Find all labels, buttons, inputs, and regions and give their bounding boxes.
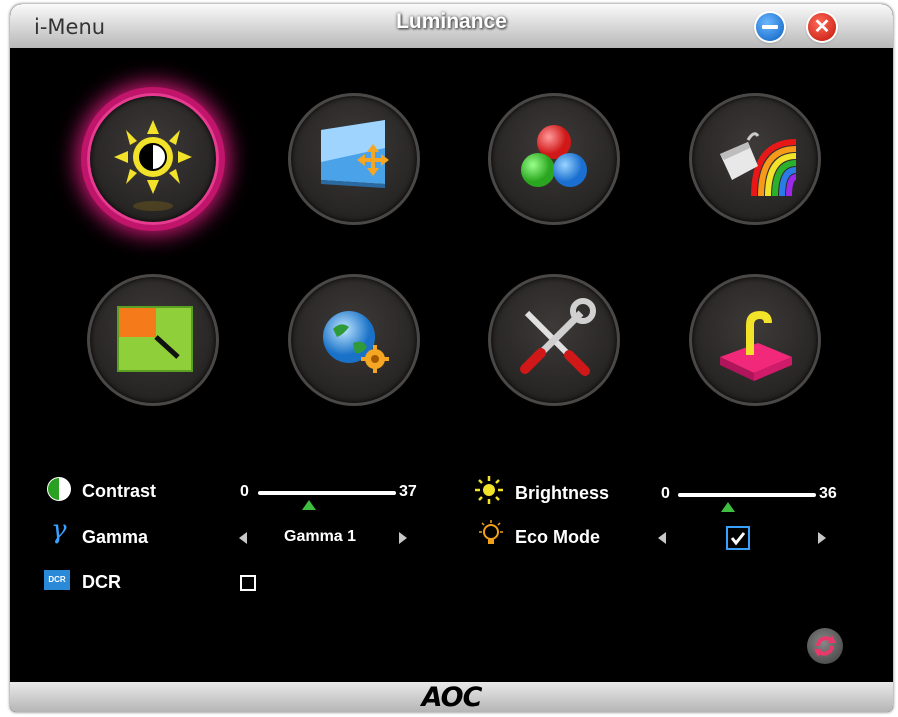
exit-door-icon: [720, 311, 792, 381]
eco-bulb-icon: [479, 520, 503, 544]
tools-icon: [520, 298, 596, 376]
gamma-label: Gamma: [82, 527, 149, 547]
contrast-icon: [47, 477, 71, 501]
brightness-label: Brightness: [515, 483, 610, 503]
eco-mode-next-arrow[interactable]: [818, 532, 826, 544]
gamma-next-arrow[interactable]: [399, 532, 407, 544]
dcr-checkbox[interactable]: [240, 575, 256, 591]
brightness-value: 36: [819, 485, 837, 502]
screen-move-icon: [321, 120, 389, 188]
close-button[interactable]: ✕: [808, 13, 836, 41]
reset-button[interactable]: [807, 628, 843, 664]
rainbow-bucket-icon: [720, 132, 797, 197]
contrast-label: Contrast: [82, 481, 157, 501]
window-layout-icon: [117, 306, 193, 372]
eco-mode-label: Eco Mode: [515, 527, 601, 547]
picture-boost-button[interactable]: [689, 93, 821, 225]
brightness-slider-thumb[interactable]: [720, 502, 735, 512]
bottom-bar: AOC: [10, 682, 893, 712]
contrast-slider[interactable]: [258, 491, 396, 495]
gamma-value: Gamma 1: [284, 528, 357, 545]
close-icon: ✕: [813, 16, 831, 38]
gamma-icon: γ: [51, 515, 67, 545]
title-bar: i-Menu Luminance ✕: [10, 4, 893, 48]
color-setup-button[interactable]: [488, 93, 620, 225]
exit-button[interactable]: [689, 274, 821, 406]
dcr-icon: DCR: [44, 570, 70, 590]
i-menu-window: i-Menu Luminance ✕ Contrast 0 37 Brightn…: [10, 4, 893, 712]
checkmark-icon: [730, 532, 746, 546]
globe-gear-icon: [323, 311, 389, 373]
eco-mode-checkbox[interactable]: [726, 526, 750, 550]
brightness-slider[interactable]: [678, 493, 816, 497]
contrast-min: 0: [240, 483, 249, 500]
minimize-button[interactable]: [756, 13, 784, 41]
refresh-icon: [814, 635, 836, 657]
sun-contrast-icon: [114, 120, 192, 211]
dcr-label: DCR: [82, 572, 121, 592]
aoc-logo: AOC: [421, 682, 483, 712]
luminance-button[interactable]: [87, 93, 219, 225]
eco-mode-prev-arrow[interactable]: [658, 532, 666, 544]
brightness-min: 0: [661, 485, 670, 502]
rgb-balls-icon: [521, 125, 587, 187]
gamma-prev-arrow[interactable]: [239, 532, 247, 544]
osd-setup-button[interactable]: [87, 274, 219, 406]
factory-reset-button[interactable]: [488, 274, 620, 406]
contrast-value: 37: [399, 483, 417, 500]
brightness-icon: [475, 476, 503, 504]
contrast-slider-thumb[interactable]: [302, 500, 317, 510]
extra-button[interactable]: [288, 274, 420, 406]
image-setup-button[interactable]: [288, 93, 420, 225]
